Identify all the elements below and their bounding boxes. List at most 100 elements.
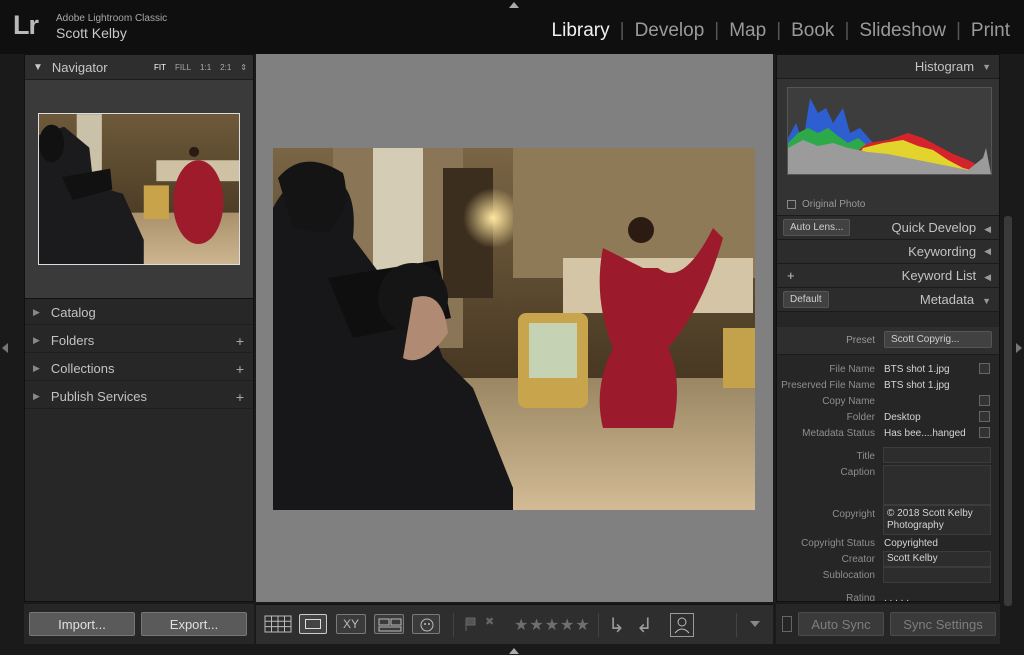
metadata-view-popup[interactable]: Default: [783, 291, 829, 308]
quick-develop-header[interactable]: Auto Lens... Quick Develop ◀: [777, 216, 999, 240]
people-tag-icon[interactable]: [670, 613, 694, 637]
expand-triangle-icon: ▶: [33, 335, 40, 345]
expand-triangle-icon: ◀: [984, 272, 991, 282]
right-panel: Histogram ▼ Original Photo Auto Lens... …: [776, 54, 1000, 602]
sync-settings-button[interactable]: Sync Settings: [890, 612, 996, 636]
survey-view-icon[interactable]: [374, 614, 404, 634]
histogram-header[interactable]: Histogram ▼: [777, 55, 999, 79]
toolbar-divider: [453, 613, 454, 637]
module-print[interactable]: Print: [971, 20, 1010, 42]
histogram-graph[interactable]: [787, 87, 992, 175]
collapse-top-arrow-icon[interactable]: [509, 2, 519, 8]
auto-lens-popup[interactable]: Auto Lens...: [783, 219, 851, 236]
collapse-left-arrow-icon[interactable]: [2, 343, 8, 353]
panel-catalog-label: Catalog: [50, 305, 96, 320]
toolbar-options-chevron-icon[interactable]: [750, 621, 760, 627]
add-collection-icon[interactable]: +: [236, 361, 244, 377]
add-publish-service-icon[interactable]: +: [236, 389, 244, 405]
reject-flag-icon[interactable]: ✖: [485, 615, 494, 628]
sync-toggle-switch[interactable]: [782, 616, 792, 632]
module-library[interactable]: Library: [552, 20, 610, 42]
sublocation-label: Sublocation: [822, 570, 875, 581]
meta-preserved-file-name: Preserved File Name BTS shot 1.jpg: [777, 378, 999, 394]
loupe-view-icon[interactable]: [299, 614, 327, 634]
people-view-icon[interactable]: [412, 614, 440, 634]
module-picker: Library | Develop | Map | Book | Slidesh…: [552, 20, 1010, 42]
add-folder-icon[interactable]: +: [236, 333, 244, 349]
export-button[interactable]: Export...: [141, 612, 247, 636]
meta-metadata-status: Metadata Status Has bee....hanged: [777, 426, 999, 442]
panel-publish-services-label: Publish Services: [50, 389, 148, 404]
star-rating[interactable]: ★★★★★: [514, 615, 591, 635]
meta-copy-name: Copy Name: [777, 394, 999, 410]
toolbar-divider: [598, 613, 599, 637]
copy-name-arrow-button[interactable]: [979, 395, 990, 406]
rename-button[interactable]: [979, 363, 990, 374]
preset-popup[interactable]: Scott Copyrig...: [884, 331, 992, 348]
caption-field[interactable]: [883, 465, 991, 505]
original-photo-checkbox[interactable]: [787, 200, 796, 209]
module-develop[interactable]: Develop: [635, 20, 705, 42]
folder-arrow-button[interactable]: [979, 411, 990, 422]
zoom-1-1[interactable]: 1:1: [200, 63, 211, 72]
sublocation-field[interactable]: [883, 567, 991, 583]
zoom-stepper-icon[interactable]: ⇕: [240, 63, 247, 72]
meta-folder: Folder Desktop: [777, 410, 999, 426]
grid-view-icon[interactable]: [264, 614, 292, 634]
title-field[interactable]: [883, 447, 991, 463]
meta-file-name: File Name BTS shot 1.jpg: [777, 362, 999, 378]
flag-icon[interactable]: [464, 617, 476, 631]
folder-value: Desktop: [884, 412, 921, 423]
zoom-fit[interactable]: FIT: [154, 63, 166, 72]
panel-catalog[interactable]: ▶ Catalog: [25, 301, 253, 325]
keywording-header[interactable]: Keywording ◀: [777, 240, 999, 264]
compare-view-icon[interactable]: XY: [336, 614, 366, 634]
expand-triangle-icon: ▶: [33, 391, 40, 401]
main-photo[interactable]: [273, 148, 755, 510]
collapse-right-arrow-icon[interactable]: [1016, 343, 1022, 353]
lr-logo: Lr: [13, 10, 39, 40]
zoom-fill[interactable]: FILL: [175, 63, 191, 72]
module-separator: |: [619, 20, 625, 41]
rotate-right-icon[interactable]: ↲: [636, 613, 653, 638]
add-keyword-icon[interactable]: +: [787, 268, 795, 283]
title-label: Title: [856, 451, 875, 462]
rotate-left-icon[interactable]: ↳: [608, 613, 625, 638]
metadata-header[interactable]: Default Metadata ▼: [777, 288, 999, 312]
panel-publish-services[interactable]: ▶ Publish Services +: [25, 385, 253, 409]
user-name: Scott Kelby: [56, 25, 127, 41]
toolbar-divider: [736, 613, 737, 637]
preset-row: Preset Scott Copyrig...: [777, 327, 999, 355]
metadata-status-button[interactable]: [979, 427, 990, 438]
collapse-bottom-arrow-icon[interactable]: [509, 648, 519, 654]
original-photo-toggle[interactable]: Original Photo: [787, 199, 865, 210]
panel-collections[interactable]: ▶ Collections +: [25, 357, 253, 381]
module-book[interactable]: Book: [791, 20, 834, 42]
creator-field[interactable]: Scott Kelby: [883, 551, 991, 567]
copyright-status-popup[interactable]: Copyrighted: [884, 538, 938, 549]
histogram-curves: [788, 98, 991, 174]
keyword-list-header[interactable]: + Keyword List ◀: [777, 264, 999, 288]
module-slideshow[interactable]: Slideshow: [859, 20, 946, 42]
import-button[interactable]: Import...: [29, 612, 135, 636]
meta-rating: Rating . . . . .: [777, 591, 999, 601]
thumbnail-image: [39, 114, 239, 264]
left-panel-buttons: Import... Export...: [24, 604, 254, 644]
file-name-value[interactable]: BTS shot 1.jpg: [884, 364, 950, 375]
navigator-header[interactable]: ▼ Navigator FIT FILL 1:1 2:1 ⇕: [25, 55, 253, 79]
preserved-file-name-value: BTS shot 1.jpg: [884, 380, 950, 391]
expand-triangle-icon: ▶: [33, 307, 40, 317]
zoom-2-1[interactable]: 2:1: [220, 63, 231, 72]
expand-triangle-icon: ◀: [984, 246, 991, 256]
right-panel-scrollbar[interactable]: [1004, 216, 1012, 606]
panel-collections-label: Collections: [50, 361, 115, 376]
panel-folders[interactable]: ▶ Folders +: [25, 329, 253, 353]
navigator-thumbnail[interactable]: [38, 113, 240, 265]
caption-label: Caption: [840, 467, 875, 478]
module-map[interactable]: Map: [729, 20, 766, 42]
toolbar: XY ✖ ★★★★★ ↳ ↲: [256, 604, 773, 644]
loupe-view: [256, 54, 773, 602]
copyright-field[interactable]: © 2018 Scott Kelby Photography: [883, 505, 991, 535]
rating-dots[interactable]: . . . . .: [884, 593, 909, 601]
auto-sync-button[interactable]: Auto Sync: [798, 612, 884, 636]
